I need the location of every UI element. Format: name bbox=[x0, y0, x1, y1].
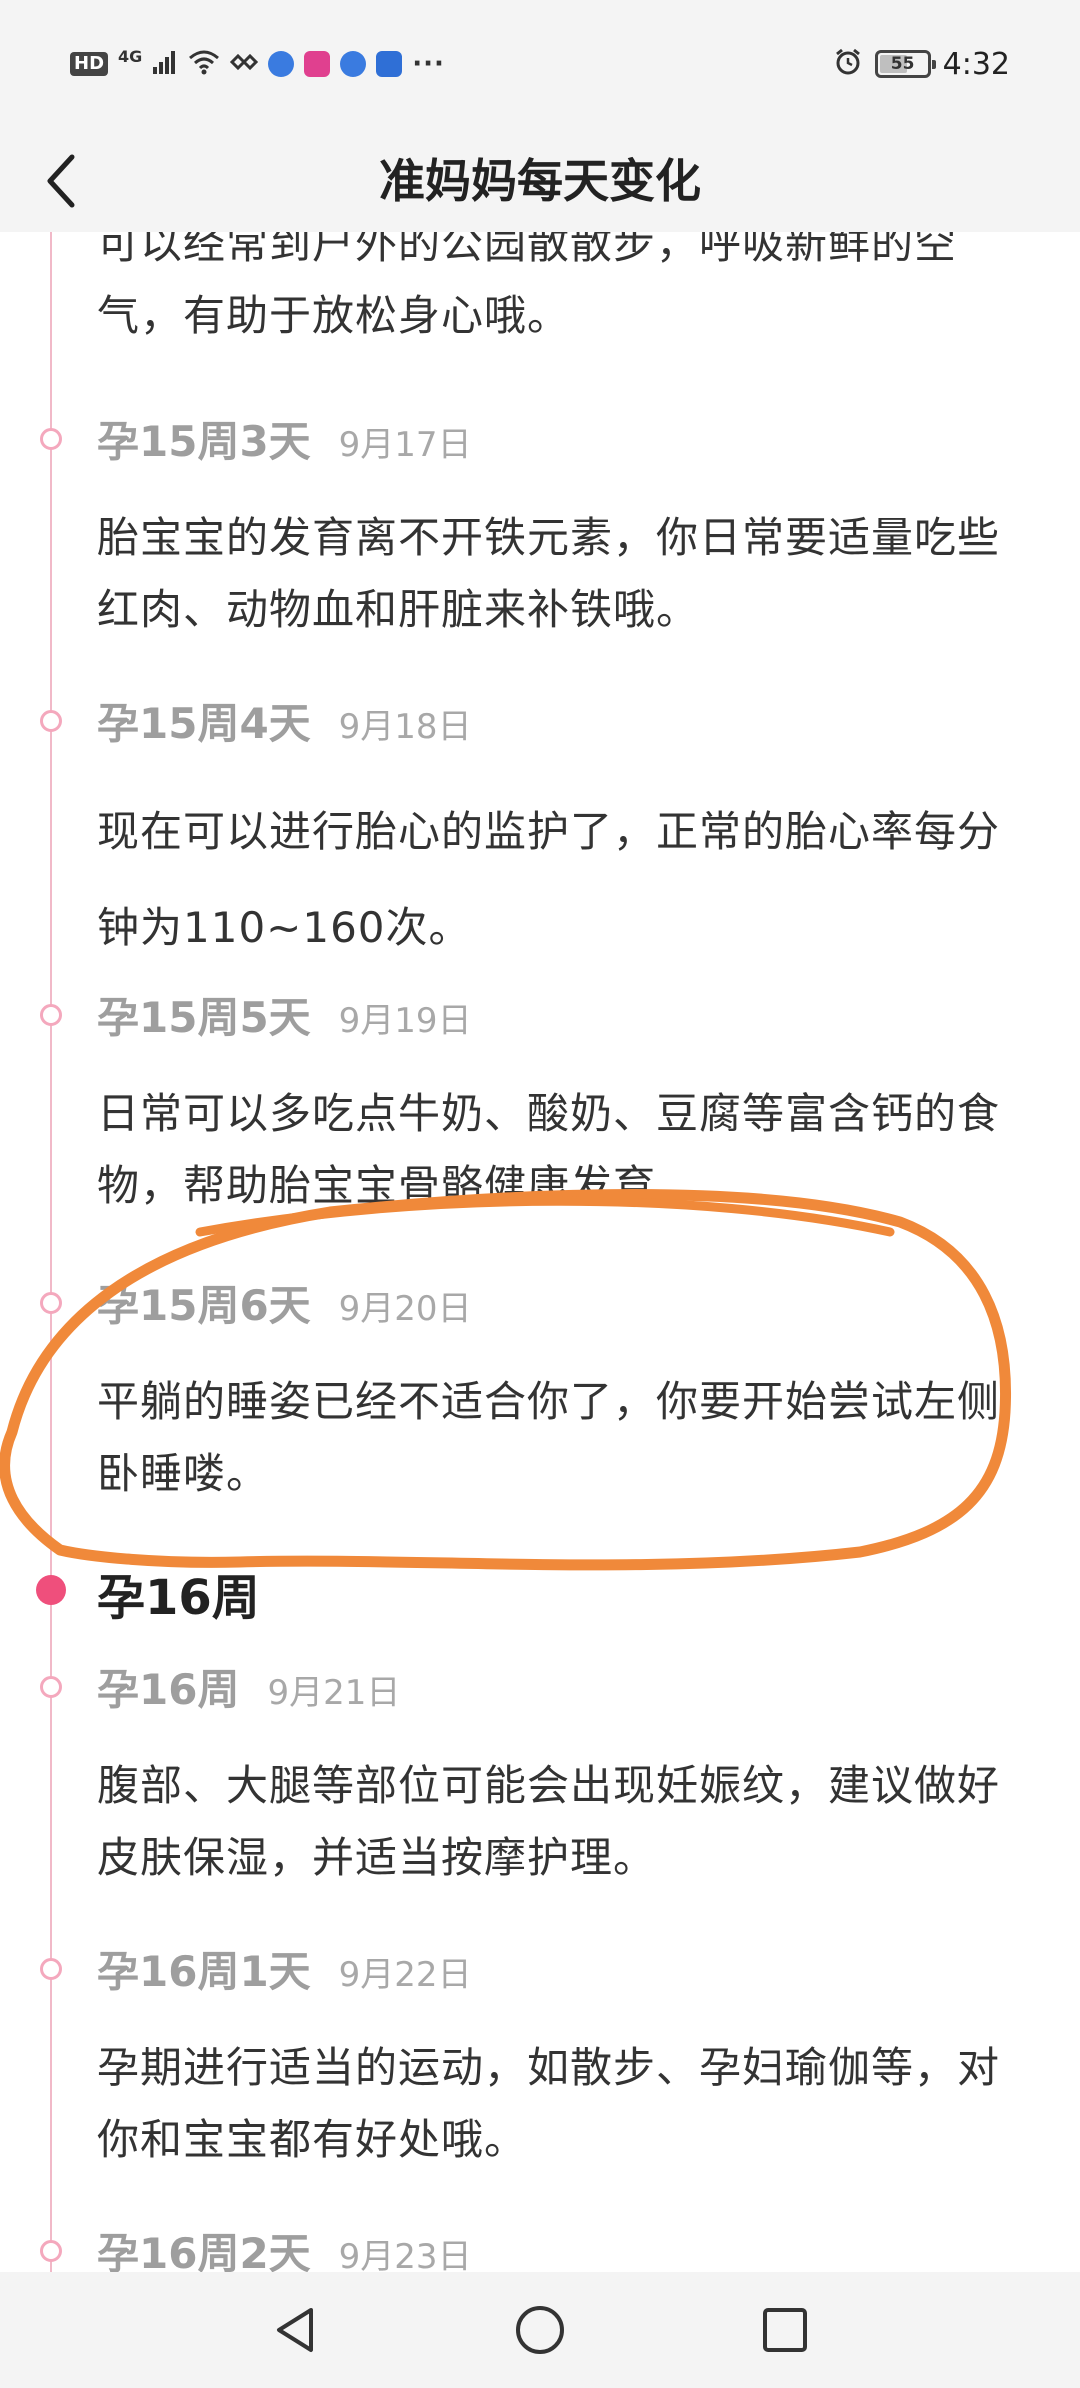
signal-icon bbox=[152, 49, 178, 79]
system-nav-bar bbox=[0, 2272, 1080, 2388]
timeline-text: 可以经常到户外的公园散散步，呼吸新鲜的空气，有助于放松身心哦。 bbox=[97, 232, 958, 340]
day-description: 胎宝宝的发育离不开铁元素，你日常要适量吃些红肉、动物血和肝脏来补铁哦。 bbox=[97, 513, 1001, 634]
battery-level: 55 bbox=[890, 54, 915, 74]
heartbeat-icon bbox=[230, 49, 259, 79]
day-description: 孕期进行适当的运动，如散步、孕妇瑜伽等，对你和宝宝都有好处哦。 bbox=[97, 2043, 1001, 2164]
hd-badge: HD bbox=[70, 52, 109, 76]
status-left: HD 4G ··· bbox=[70, 44, 445, 84]
day-header: 孕15周4天 9月18日 bbox=[97, 690, 472, 750]
clock: 4:32 bbox=[942, 46, 1010, 82]
timeline-dot bbox=[40, 1676, 62, 1698]
nav-home-button[interactable] bbox=[505, 2295, 575, 2365]
day-label: 孕15周5天 bbox=[97, 993, 311, 1042]
more-notifications: ··· bbox=[412, 49, 445, 79]
day-header: 孕16周 9月21日 bbox=[97, 1656, 400, 1716]
screen: HD 4G ··· 55 4:32 准妈妈每天变化 可以经常到户外的公园散散步，… bbox=[0, 0, 1080, 2388]
nav-back-button[interactable] bbox=[260, 2295, 330, 2365]
day-header: 孕16周2天 9月23日 bbox=[97, 2220, 472, 2272]
day-date: 9月17日 bbox=[338, 425, 472, 465]
timeline-dot bbox=[40, 428, 62, 450]
day-header: 孕15周3天 9月17日 bbox=[97, 408, 472, 468]
day-date: 9月19日 bbox=[338, 1001, 472, 1041]
day-date: 9月21日 bbox=[267, 1673, 401, 1713]
triangle-back-icon bbox=[277, 2308, 313, 2352]
page-title: 准妈妈每天变化 bbox=[379, 154, 701, 208]
status-bar: HD 4G ··· 55 4:32 bbox=[0, 0, 1080, 130]
week-marker-dot bbox=[36, 1575, 66, 1605]
day-date: 9月22日 bbox=[338, 1955, 472, 1995]
day-description: 腹部、大腿等部位可能会出现妊娠纹，建议做好皮肤保湿，并适当按摩护理。 bbox=[97, 1761, 1001, 1882]
day-label: 孕16周1天 bbox=[97, 1947, 311, 1996]
battery-icon: 55 bbox=[874, 50, 936, 78]
day-description: 现在可以进行胎心的监护了，正常的胎心率每分钟为110~160次。 bbox=[97, 807, 1001, 952]
timeline-dot bbox=[40, 2240, 62, 2262]
day-label: 孕15周6天 bbox=[97, 1281, 311, 1330]
app-notification-icon bbox=[304, 51, 331, 77]
app-notification-icon bbox=[268, 51, 295, 77]
nav-recents-button[interactable] bbox=[750, 2295, 820, 2365]
day-header: 孕16周1天 9月22日 bbox=[97, 1938, 472, 1998]
day-label: 孕16周2天 bbox=[97, 2229, 311, 2272]
wifi-icon bbox=[188, 49, 220, 79]
day-header: 孕15周6天 9月20日 bbox=[97, 1272, 472, 1332]
square-recents-icon bbox=[763, 2308, 807, 2352]
timeline-content[interactable]: 可以经常到户外的公园散散步，呼吸新鲜的空气，有助于放松身心哦。 孕15周3天 9… bbox=[0, 232, 1080, 2272]
day-label: 孕15周3天 bbox=[97, 417, 311, 466]
app-notification-icon bbox=[340, 51, 367, 77]
week-title: 孕16周 bbox=[97, 1570, 260, 1626]
day-label: 孕15周4天 bbox=[97, 699, 311, 748]
circle-home-icon bbox=[516, 2306, 564, 2354]
timeline-dot bbox=[40, 1004, 62, 1026]
day-date: 9月20日 bbox=[338, 1289, 472, 1329]
day-date: 9月18日 bbox=[338, 707, 472, 747]
app-header: 准妈妈每天变化 bbox=[0, 130, 1080, 232]
day-label: 孕16周 bbox=[97, 1665, 240, 1714]
day-description: 日常可以多吃点牛奶、酸奶、豆腐等富含钙的食物，帮助胎宝宝骨骼健康发育。 bbox=[97, 1089, 1001, 1210]
timeline-dot bbox=[40, 710, 62, 732]
day-date: 9月23日 bbox=[338, 2237, 472, 2272]
day-description: 平躺的睡姿已经不适合你了，你要开始尝试左侧卧睡喽。 bbox=[97, 1377, 1001, 1498]
timeline-dot bbox=[40, 1292, 62, 1314]
status-right: 55 4:32 bbox=[833, 42, 1010, 86]
network-type: 4G bbox=[118, 46, 143, 66]
app-notification-icon bbox=[376, 51, 403, 77]
timeline-dot bbox=[40, 1958, 62, 1980]
day-header: 孕15周5天 9月19日 bbox=[97, 984, 472, 1044]
alarm-icon bbox=[833, 47, 863, 81]
